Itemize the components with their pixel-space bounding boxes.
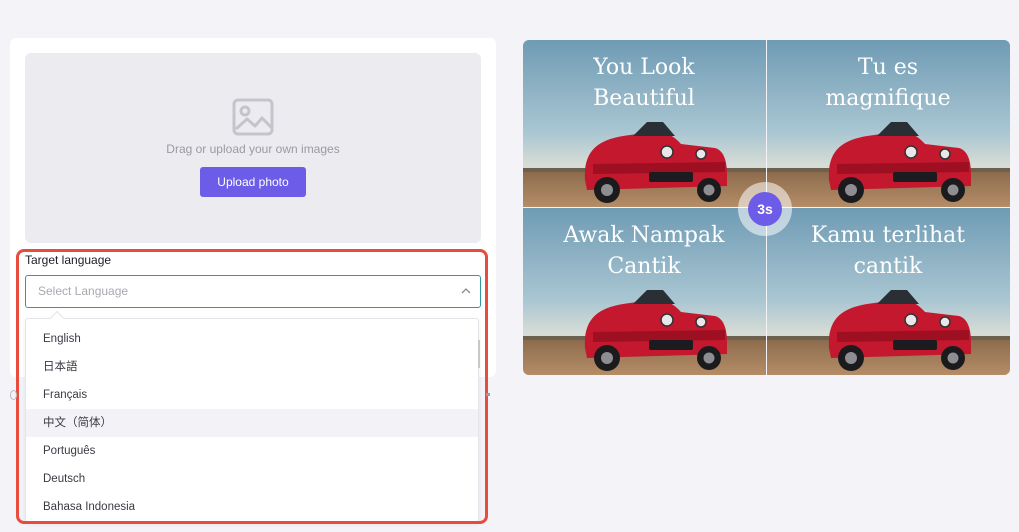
- target-language-label: Target language: [25, 253, 112, 267]
- countdown-value: 3s: [748, 192, 782, 226]
- info-icon: [10, 390, 17, 400]
- upload-photo-button[interactable]: Upload photo: [200, 167, 306, 197]
- caption-french-line1: Tu es: [858, 55, 918, 80]
- caption-indonesian-line2: cantik: [854, 254, 923, 279]
- ellipsis-fragment: [486, 393, 490, 396]
- language-option-french[interactable]: Français: [26, 381, 478, 409]
- language-option-portuguese[interactable]: Português: [26, 437, 478, 465]
- caption-english-line1: You Look: [592, 55, 695, 80]
- countdown-timer: 3s: [738, 182, 792, 236]
- caption-indonesian-line1: Kamu terlihat: [811, 223, 965, 248]
- language-option-german[interactable]: Deutsch: [26, 465, 478, 493]
- caption-malay-line1: Awak Nampak: [563, 223, 726, 248]
- language-select[interactable]: Select Language: [25, 275, 481, 308]
- caption-french-line2: magnifique: [825, 86, 950, 111]
- caption-english-line2: Beautiful: [593, 86, 695, 111]
- language-select-placeholder: Select Language: [38, 284, 129, 298]
- caption-malay-line2: Cantik: [607, 254, 681, 279]
- language-dropdown: English 日本語 Français 中文（简体） Português De…: [25, 318, 479, 522]
- language-option-english[interactable]: English: [26, 325, 478, 353]
- upload-hint: Drag or upload your own images: [166, 142, 340, 156]
- image-icon: [232, 98, 274, 136]
- chevron-up-icon[interactable]: [461, 287, 471, 295]
- language-option-chinese-simplified[interactable]: 中文（简体）: [26, 409, 478, 437]
- image-dropzone[interactable]: Drag or upload your own images Upload ph…: [25, 53, 481, 243]
- dropdown-scrollbar[interactable]: [478, 340, 480, 368]
- language-option-japanese[interactable]: 日本語: [26, 353, 478, 381]
- language-option-bahasa-indonesia[interactable]: Bahasa Indonesia: [26, 493, 478, 521]
